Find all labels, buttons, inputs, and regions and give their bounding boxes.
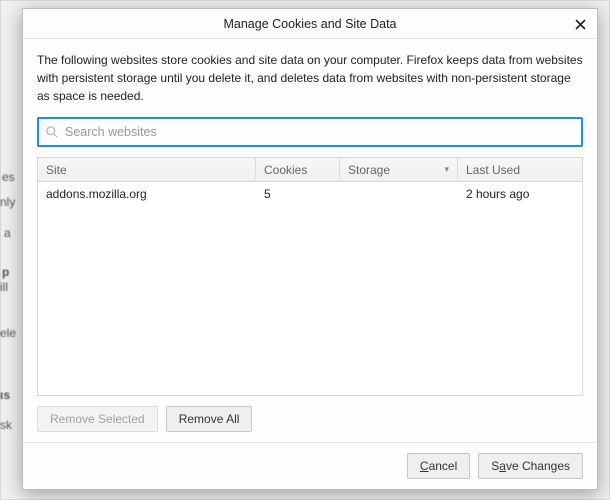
manage-cookies-dialog: Manage Cookies and Site Data The followi… bbox=[22, 8, 598, 490]
sites-table: Site Cookies Storage ▾ Last Used addons.… bbox=[37, 157, 583, 396]
dialog-description: The following websites store cookies and… bbox=[37, 51, 583, 105]
cell-cookies: 5 bbox=[256, 187, 340, 201]
table-body[interactable]: addons.mozilla.org5 2 hours ago bbox=[38, 182, 582, 395]
search-field-wrap[interactable] bbox=[37, 117, 583, 147]
save-changes-button[interactable]: Save Changes bbox=[478, 453, 583, 479]
dialog-footer: Cancel Save Changes bbox=[23, 442, 597, 489]
column-header-storage[interactable]: Storage ▾ bbox=[340, 158, 458, 181]
cell-site: addons.mozilla.org bbox=[38, 187, 256, 201]
column-header-cookies[interactable]: Cookies bbox=[256, 158, 340, 181]
dialog-content: The following websites store cookies and… bbox=[23, 39, 597, 442]
row-actions: Remove Selected Remove All bbox=[37, 406, 583, 432]
close-button[interactable] bbox=[569, 13, 591, 35]
search-input[interactable] bbox=[65, 125, 575, 139]
search-icon bbox=[45, 125, 59, 139]
dialog-title: Manage Cookies and Site Data bbox=[223, 17, 396, 31]
table-row[interactable]: addons.mozilla.org5 2 hours ago bbox=[38, 182, 582, 206]
close-icon bbox=[575, 19, 586, 30]
table-header-row: Site Cookies Storage ▾ Last Used bbox=[38, 158, 582, 182]
dialog-titlebar: Manage Cookies and Site Data bbox=[23, 9, 597, 39]
cancel-button[interactable]: Cancel bbox=[407, 453, 470, 479]
cell-last-used: 2 hours ago bbox=[458, 187, 582, 201]
remove-selected-button[interactable]: Remove Selected bbox=[37, 406, 158, 432]
remove-all-button[interactable]: Remove All bbox=[166, 406, 253, 432]
column-header-site[interactable]: Site bbox=[38, 158, 256, 181]
column-header-last-used[interactable]: Last Used bbox=[458, 158, 582, 181]
sort-indicator-icon: ▾ bbox=[444, 164, 449, 175]
